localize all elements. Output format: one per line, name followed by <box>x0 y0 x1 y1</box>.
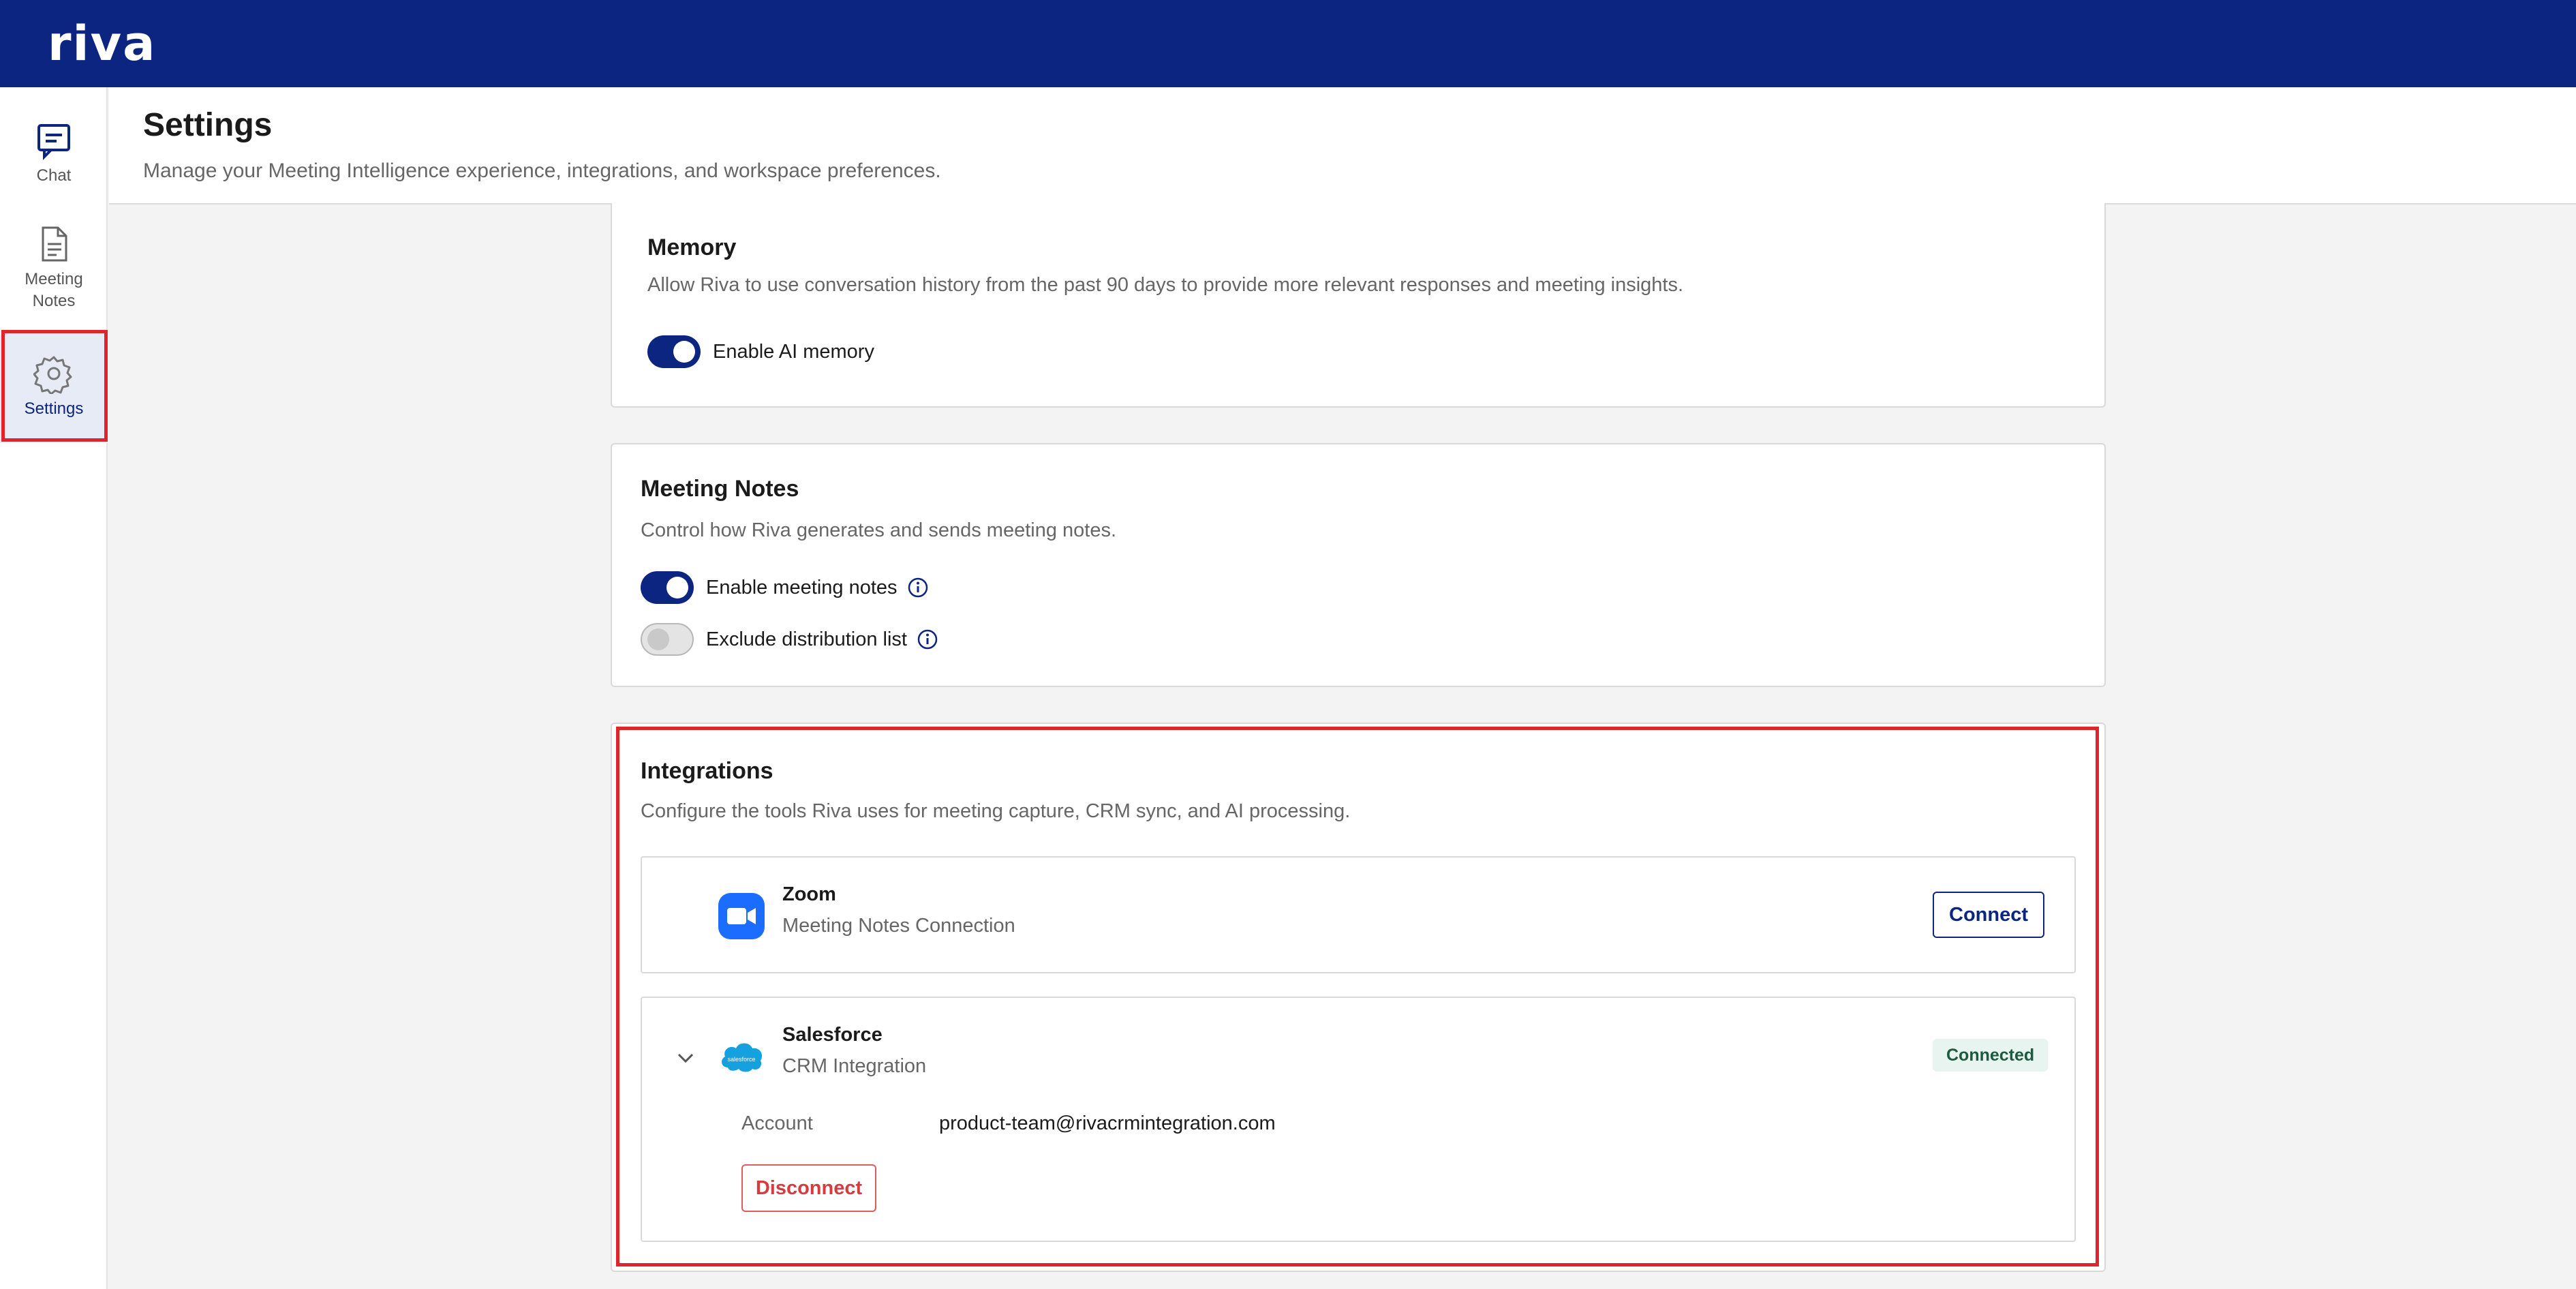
zoom-name: Zoom <box>782 883 836 905</box>
integrations-card: Integrations Configure the tools Riva us… <box>611 723 2106 1272</box>
integrations-title: Integrations <box>641 758 773 784</box>
enable-meeting-notes-label: Enable meeting notes <box>706 576 898 598</box>
memory-toggle-row: Enable AI memory <box>647 335 874 368</box>
sidebar: Chat Meeting Notes Settings <box>0 87 108 1289</box>
chevron-down-icon[interactable] <box>673 1046 698 1070</box>
sidebar-item-label: Meeting Notes <box>25 270 83 310</box>
salesforce-disconnect-button[interactable]: Disconnect <box>741 1164 876 1212</box>
info-icon[interactable] <box>907 577 929 598</box>
zoom-integration: Zoom Meeting Notes Connection Connect <box>641 856 2076 973</box>
memory-description: Allow Riva to use conversation history f… <box>647 274 1684 296</box>
exclude-distribution-list-label: Exclude distribution list <box>706 628 907 650</box>
sidebar-item-label: Settings <box>24 399 84 418</box>
meeting-notes-toggle-row: Enable meeting notes <box>641 571 929 604</box>
sidebar-item-meeting-notes[interactable]: Meeting Notes <box>0 224 108 333</box>
riva-logo[interactable]: riva <box>48 16 156 71</box>
info-icon[interactable] <box>917 628 938 650</box>
account-value: product-team@rivacrmintegration.com <box>939 1112 1276 1134</box>
exclude-distribution-list-toggle[interactable] <box>641 623 694 656</box>
page-title: Settings <box>143 107 273 143</box>
top-bar: riva <box>0 0 2576 87</box>
zoom-type: Meeting Notes Connection <box>782 915 1015 937</box>
page-header: Settings Manage your Meeting Intelligenc… <box>109 87 2576 204</box>
enable-meeting-notes-toggle[interactable] <box>641 571 694 604</box>
salesforce-logo-icon: salesforce <box>722 1043 763 1072</box>
document-icon <box>42 226 67 262</box>
sidebar-item-chat[interactable]: Chat <box>0 120 108 202</box>
sidebar-item-settings[interactable]: Settings <box>0 334 108 443</box>
enable-ai-memory-toggle[interactable] <box>647 335 701 368</box>
salesforce-integration: salesforce Salesforce CRM Integration Co… <box>641 997 2076 1242</box>
salesforce-name: Salesforce <box>782 1024 883 1046</box>
zoom-logo-icon <box>718 893 765 939</box>
memory-title: Memory <box>647 234 737 260</box>
meeting-notes-card: Meeting Notes Control how Riva generates… <box>611 443 2106 687</box>
gear-icon <box>33 356 72 394</box>
status-badge: Connected <box>1933 1039 2049 1072</box>
salesforce-logo-text: salesforce <box>727 1056 755 1063</box>
integrations-description: Configure the tools Riva uses for meetin… <box>641 800 1351 822</box>
meeting-notes-title: Meeting Notes <box>641 476 799 502</box>
exclude-distribution-row: Exclude distribution list <box>641 623 938 656</box>
zoom-connect-button[interactable]: Connect <box>1933 892 2044 938</box>
salesforce-type: CRM Integration <box>782 1055 927 1077</box>
account-label: Account <box>741 1112 813 1134</box>
meeting-notes-description: Control how Riva generates and sends mee… <box>641 519 1117 541</box>
memory-card: Memory Allow Riva to use conversation hi… <box>611 203 2106 408</box>
sidebar-item-label: Chat <box>36 166 72 185</box>
page-subtitle: Manage your Meeting Intelligence experie… <box>143 160 941 182</box>
chat-icon <box>37 124 70 160</box>
enable-ai-memory-label: Enable AI memory <box>713 340 874 363</box>
